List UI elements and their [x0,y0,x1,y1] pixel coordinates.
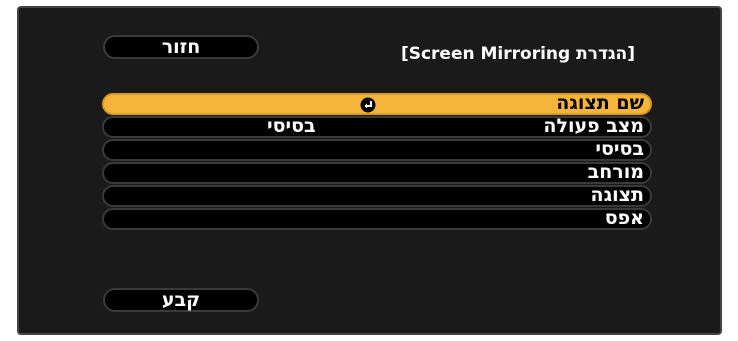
menu-item-reset[interactable]: אפס [102,207,652,230]
menu-item-value: בסיסי [267,115,316,137]
menu-item-label: שם תצוגה [556,92,644,114]
set-button-label: קבע [161,289,201,311]
set-button[interactable]: קבע [103,288,259,312]
menu-item-display[interactable]: תצוגה [102,184,652,207]
menu-item-label: אפס [604,207,644,229]
back-button-label: חזור [161,36,201,58]
menu-item-extended[interactable]: מורחב [102,161,652,184]
back-button[interactable]: חזור [103,35,259,59]
menu-item-label: מצב פעולה [543,115,644,137]
menu-item-label: תצוגה [590,184,644,206]
page-title: [הגדרת Screen Mirroring] [400,44,635,64]
menu-item-basic[interactable]: בסיסי [102,138,652,161]
enter-icon [360,97,376,113]
menu-item-operation-mode[interactable]: בסיסי מצב פעולה [102,115,652,138]
menu-item-label: מורחב [587,161,644,183]
menu-item-label: בסיסי [595,138,644,160]
settings-panel: חזור [הגדרת Screen Mirroring] שם תצוגה ב… [17,6,722,335]
menu-item-display-name[interactable]: שם תצוגה [102,92,652,115]
